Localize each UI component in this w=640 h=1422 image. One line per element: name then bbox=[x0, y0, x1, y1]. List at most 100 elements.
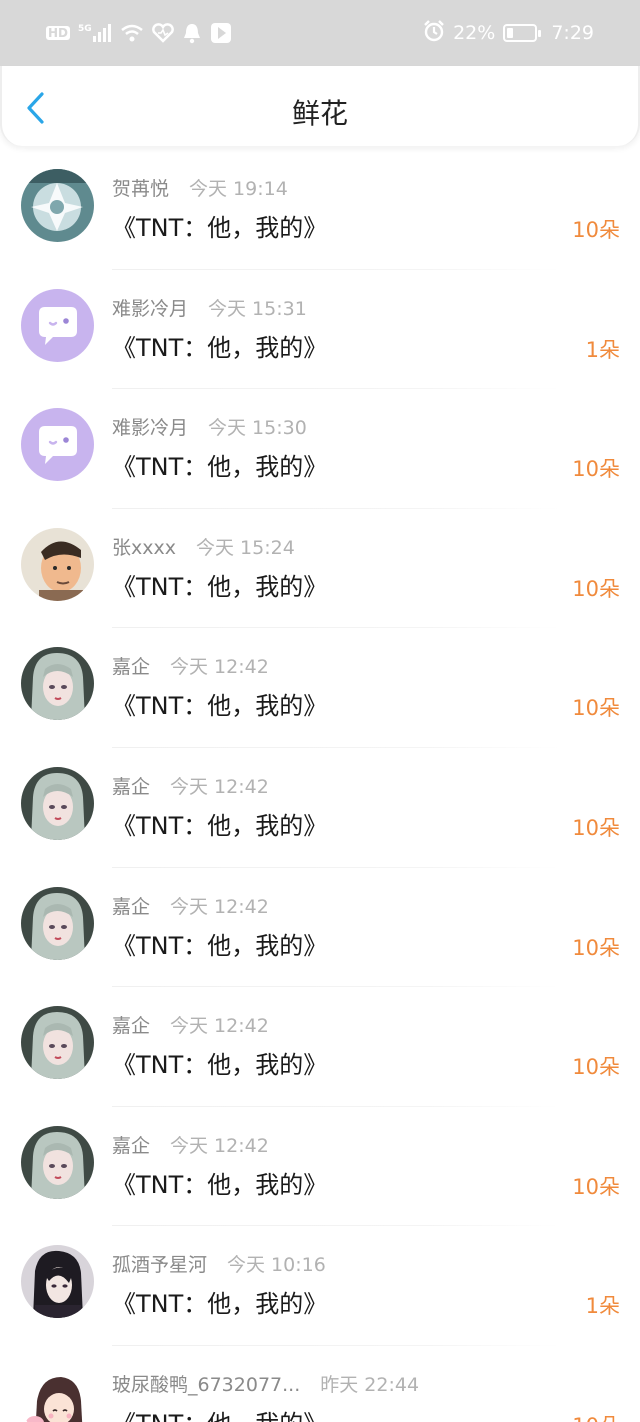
flower-quantity: 10朵 bbox=[572, 576, 620, 601]
flower-quantity: 10朵 bbox=[572, 218, 620, 242]
flower-quantity: 1朵 bbox=[585, 337, 620, 362]
username[interactable]: 嘉企 bbox=[112, 1131, 150, 1158]
record-time: 今天 12:42 bbox=[170, 1015, 269, 1038]
anime-girl-avatar-icon bbox=[21, 886, 94, 960]
avatar[interactable] bbox=[21, 647, 94, 721]
flower-record-row[interactable]: 嘉企 今天 12:42 《TNT：他，我的》 10朵 bbox=[0, 748, 640, 868]
username[interactable]: 玻尿酸鸭_6732077... bbox=[112, 1370, 300, 1397]
status-icons-right: 22% 7:29 bbox=[423, 19, 594, 47]
anime-boy-avatar-icon bbox=[21, 1245, 94, 1319]
username[interactable]: 贺苒悦 bbox=[112, 174, 169, 201]
book-title: 《TNT：他，我的》 bbox=[112, 1051, 328, 1080]
record-time: 昨天 22:44 bbox=[320, 1373, 420, 1396]
record-time: 今天 19:14 bbox=[189, 178, 288, 200]
username[interactable]: 张xxxx bbox=[112, 533, 176, 560]
avatar[interactable] bbox=[21, 169, 94, 242]
default-avatar-icon bbox=[21, 288, 94, 362]
clock-time: 7:29 bbox=[551, 22, 594, 44]
avatar[interactable] bbox=[21, 527, 94, 601]
book-title: 《TNT：他，我的》 bbox=[112, 453, 328, 482]
wifi-icon bbox=[120, 24, 144, 42]
bell-app-icon bbox=[182, 22, 202, 44]
book-title: 《TNT：他，我的》 bbox=[112, 1404, 327, 1422]
page-title: 鲜花 bbox=[291, 97, 348, 130]
record-meta: 玻尿酸鸭_6732077... 昨天 22:44 bbox=[112, 1370, 419, 1397]
status-bar: HD 5G 22% 7:29 bbox=[0, 0, 640, 66]
username[interactable]: 嘉企 bbox=[112, 652, 150, 679]
avatar[interactable] bbox=[21, 288, 94, 362]
record-time: 今天 15:30 bbox=[208, 417, 307, 440]
avatar[interactable] bbox=[21, 1364, 94, 1422]
username[interactable]: 难影冷月 bbox=[112, 294, 188, 321]
anime-girl-avatar-icon bbox=[21, 1125, 94, 1199]
record-meta: 嘉企 今天 12:42 bbox=[112, 1011, 269, 1038]
record-time: 今天 12:42 bbox=[170, 895, 269, 918]
record-time: 今天 12:42 bbox=[170, 775, 269, 798]
book-title: 《TNT：他，我的》 bbox=[112, 931, 328, 960]
record-meta: 嘉企 今天 12:42 bbox=[112, 652, 269, 679]
anime-girl-avatar-icon bbox=[21, 766, 94, 840]
record-time: 今天 12:42 bbox=[170, 656, 269, 679]
hd-icon: HD bbox=[46, 26, 71, 40]
flower-quantity: 10朵 bbox=[572, 1410, 620, 1422]
flower-record-row[interactable]: 贺苒悦 今天 19:14 《TNT：他，我的》 10朵 bbox=[0, 150, 640, 270]
record-meta: 孤酒予星河 今天 10:16 bbox=[112, 1250, 326, 1277]
anime-girl-avatar-icon bbox=[21, 647, 94, 721]
navigation-bar: 鲜花 bbox=[0, 66, 640, 146]
flower-record-row[interactable]: 嘉企 今天 12:42 《TNT：他，我的》 10朵 bbox=[0, 987, 640, 1107]
record-meta: 难影冷月 今天 15:31 bbox=[112, 294, 307, 321]
username[interactable]: 嘉企 bbox=[112, 1011, 150, 1038]
battery-percent: 22% bbox=[453, 22, 496, 44]
flower-record-row[interactable]: 难影冷月 今天 15:31 《TNT：他，我的》 1朵 bbox=[0, 270, 640, 390]
record-time: 今天 15:24 bbox=[195, 536, 295, 559]
flower-quantity: 10朵 bbox=[572, 457, 620, 482]
record-meta: 嘉企 今天 12:42 bbox=[112, 892, 269, 919]
record-time: 今天 10:16 bbox=[227, 1254, 326, 1277]
alarm-icon bbox=[423, 19, 445, 47]
flower-record-row[interactable]: 难影冷月 今天 15:30 《TNT：他，我的》 10朵 bbox=[0, 389, 640, 509]
record-meta: 嘉企 今天 12:42 bbox=[112, 772, 269, 799]
record-meta: 贺苒悦 今天 19:14 bbox=[112, 174, 288, 201]
user-photo-icon bbox=[21, 169, 94, 242]
record-time: 今天 15:31 bbox=[208, 297, 307, 320]
record-meta: 难影冷月 今天 15:30 bbox=[112, 413, 307, 440]
username[interactable]: 嘉企 bbox=[112, 772, 150, 799]
book-title: 《TNT：他，我的》 bbox=[112, 1290, 328, 1319]
default-avatar-icon bbox=[21, 408, 94, 482]
record-meta: 嘉企 今天 12:42 bbox=[112, 1131, 269, 1158]
battery-icon bbox=[503, 24, 542, 42]
flower-record-row[interactable]: 嘉企 今天 12:42 《TNT：他，我的》 10朵 bbox=[0, 1107, 640, 1227]
flower-quantity: 10朵 bbox=[572, 696, 620, 721]
username[interactable]: 孤酒予星河 bbox=[112, 1250, 207, 1277]
username[interactable]: 难影冷月 bbox=[112, 413, 188, 440]
flower-record-list: 贺苒悦 今天 19:14 《TNT：他，我的》 10朵 难影冷月 今天 15:3… bbox=[0, 150, 640, 1422]
book-title: 《TNT：他，我的》 bbox=[112, 811, 328, 840]
flower-record-row[interactable]: 嘉企 今天 12:42 《TNT：他，我的》 10朵 bbox=[0, 868, 640, 988]
flower-record-row[interactable]: 嘉企 今天 12:42 《TNT：他，我的》 10朵 bbox=[0, 628, 640, 748]
flower-record-row[interactable]: 孤酒予星河 今天 10:16 《TNT：他，我的》 1朵 bbox=[0, 1226, 640, 1346]
flower-record-row[interactable]: 玻尿酸鸭_6732077... 昨天 22:44 《TNT：他，我的》 10朵 bbox=[0, 1346, 640, 1422]
flower-quantity: 10朵 bbox=[572, 1055, 620, 1080]
cartoon-boy-avatar-icon bbox=[21, 527, 94, 601]
signal-5g-icon: 5G bbox=[78, 24, 112, 42]
avatar[interactable] bbox=[21, 766, 94, 840]
record-meta: 张xxxx 今天 15:24 bbox=[112, 533, 295, 560]
avatar[interactable] bbox=[21, 408, 94, 482]
book-title: 《TNT：他，我的》 bbox=[112, 692, 328, 721]
flower-quantity: 10朵 bbox=[572, 1174, 620, 1199]
username[interactable]: 嘉企 bbox=[112, 892, 150, 919]
cartoon-girl-avatar-icon bbox=[21, 1364, 94, 1422]
flower-record-row[interactable]: 张xxxx 今天 15:24 《TNT：他，我的》 10朵 bbox=[0, 509, 640, 629]
book-title: 《TNT：他，我的》 bbox=[112, 214, 328, 242]
avatar[interactable] bbox=[21, 886, 94, 960]
avatar[interactable] bbox=[21, 1125, 94, 1199]
avatar[interactable] bbox=[21, 1245, 94, 1319]
book-title: 《TNT：他，我的》 bbox=[112, 333, 328, 362]
flower-quantity: 10朵 bbox=[572, 935, 620, 960]
heart-app-icon bbox=[151, 23, 174, 43]
record-time: 今天 12:42 bbox=[170, 1134, 269, 1157]
avatar[interactable] bbox=[21, 1006, 94, 1080]
book-title: 《TNT：他，我的》 bbox=[112, 1170, 328, 1199]
play-app-icon bbox=[210, 22, 232, 44]
flower-quantity: 1朵 bbox=[585, 1294, 620, 1319]
